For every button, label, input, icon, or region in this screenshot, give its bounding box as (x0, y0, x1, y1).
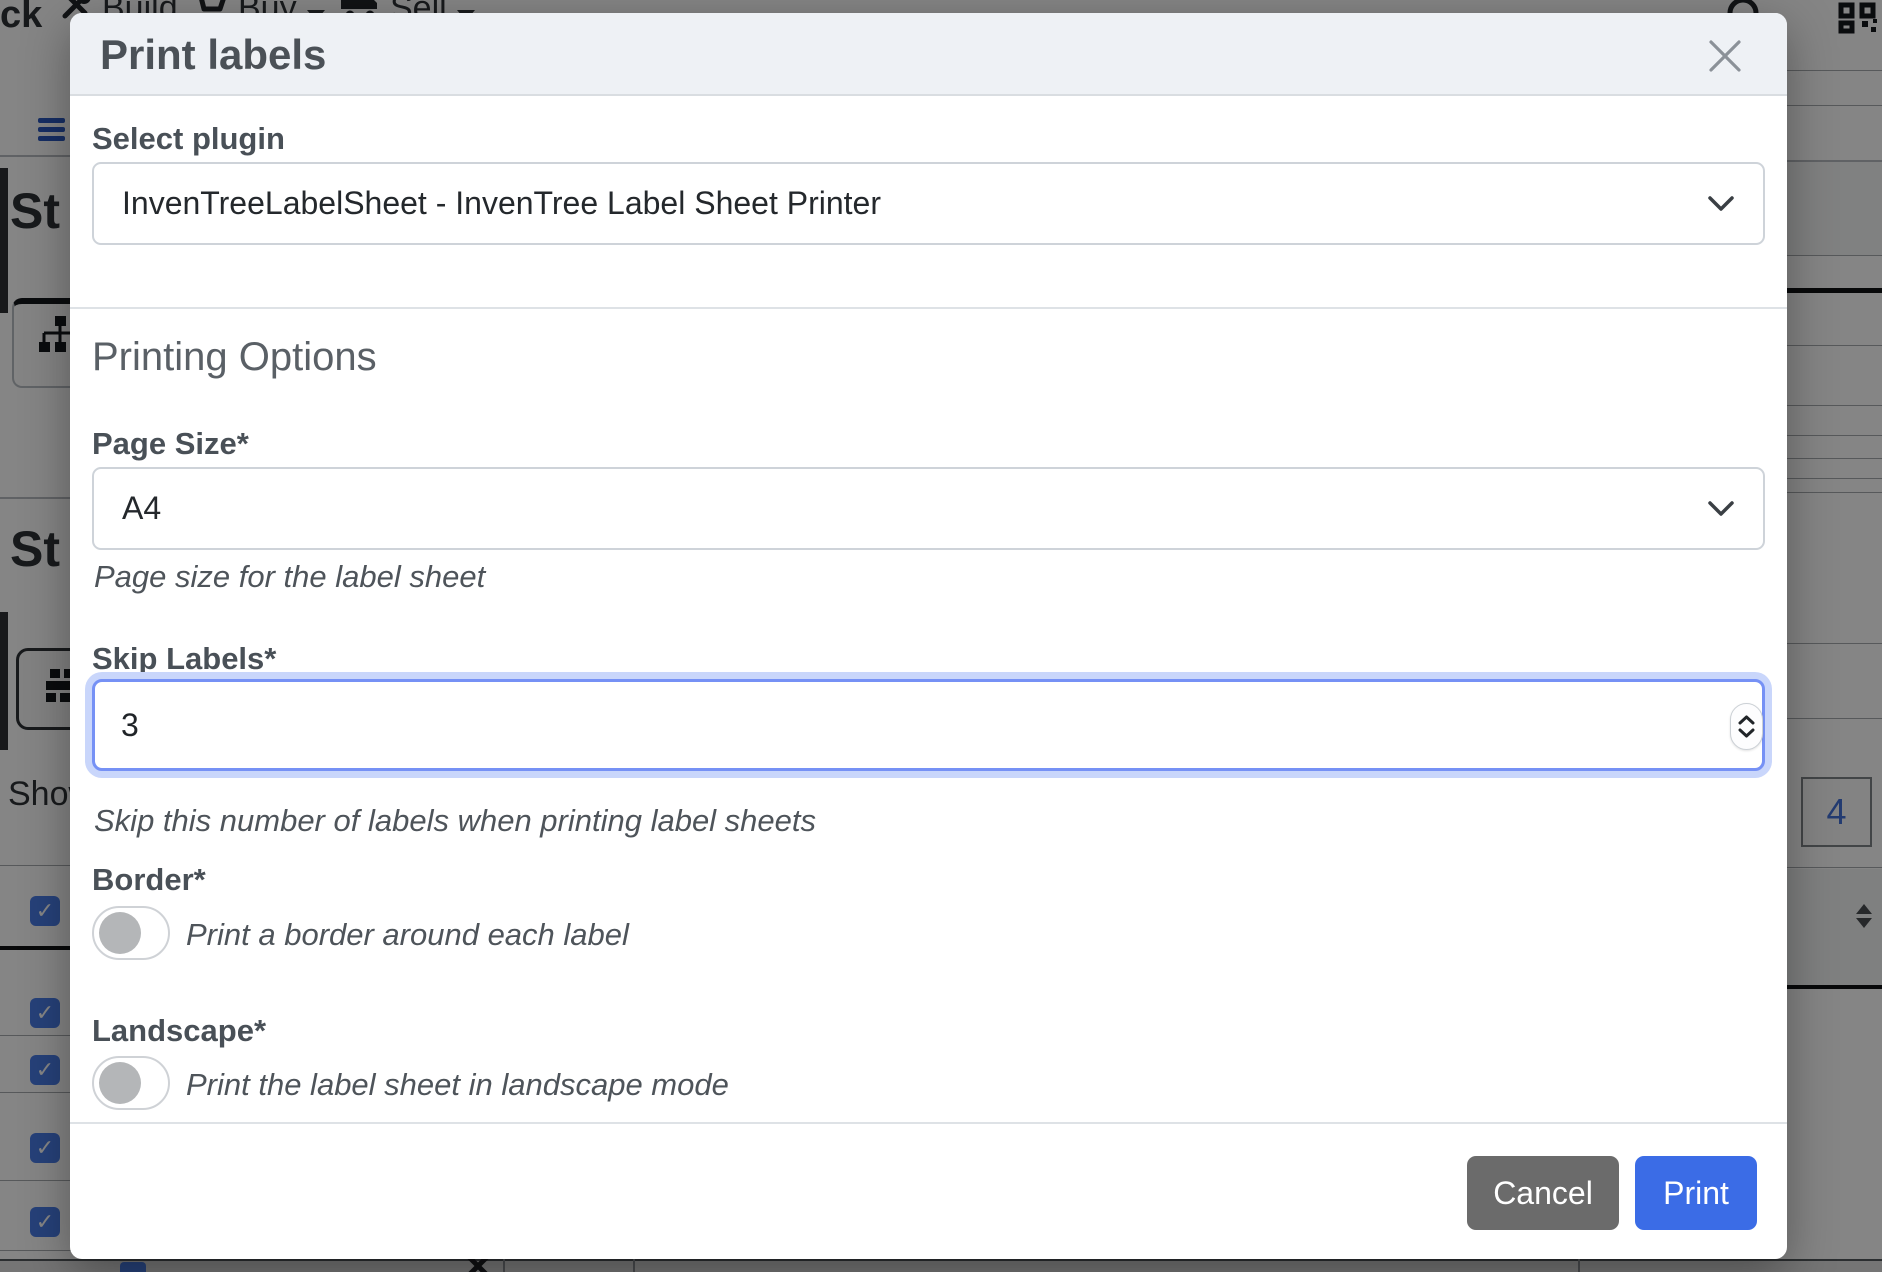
toggle-knob (99, 912, 141, 954)
plugin-select-value: InvenTreeLabelSheet - InvenTree Label Sh… (122, 164, 881, 243)
page-size-help: Page size for the label sheet (94, 559, 485, 595)
page-size-select[interactable]: A4 (92, 467, 1765, 550)
print-labels-modal: Print labels Select plugin InvenTreeLabe… (70, 13, 1787, 1259)
number-stepper[interactable] (1730, 703, 1763, 750)
modal-header (70, 13, 1787, 96)
chevron-down-icon (1738, 728, 1755, 738)
chevron-up-icon (1738, 715, 1755, 725)
close-icon[interactable] (1708, 39, 1742, 73)
border-label: Border* (92, 862, 206, 898)
screen: ck Build Buy Sell (0, 0, 1882, 1272)
select-plugin-label: Select plugin (92, 121, 285, 157)
footer-divider (70, 1122, 1787, 1124)
skip-labels-label: Skip Labels* (92, 641, 276, 677)
print-button[interactable]: Print (1635, 1156, 1757, 1230)
toggle-knob (99, 1062, 141, 1104)
modal-title: Print labels (100, 13, 326, 96)
skip-labels-help: Skip this number of labels when printing… (94, 803, 816, 839)
page-size-select-value: A4 (122, 469, 161, 548)
chevron-down-icon (1707, 500, 1735, 523)
skip-labels-input[interactable] (92, 679, 1765, 771)
border-toggle[interactable] (92, 906, 170, 960)
landscape-label: Landscape* (92, 1013, 266, 1049)
chevron-down-icon (1707, 195, 1735, 218)
landscape-toggle[interactable] (92, 1056, 170, 1110)
landscape-help: Print the label sheet in landscape mode (186, 1067, 729, 1103)
printing-options-heading: Printing Options (92, 335, 377, 380)
plugin-select[interactable]: InvenTreeLabelSheet - InvenTree Label Sh… (92, 162, 1765, 245)
section-divider (70, 307, 1787, 309)
cancel-button[interactable]: Cancel (1467, 1156, 1619, 1230)
border-help: Print a border around each label (186, 917, 629, 953)
page-size-label: Page Size* (92, 426, 249, 462)
